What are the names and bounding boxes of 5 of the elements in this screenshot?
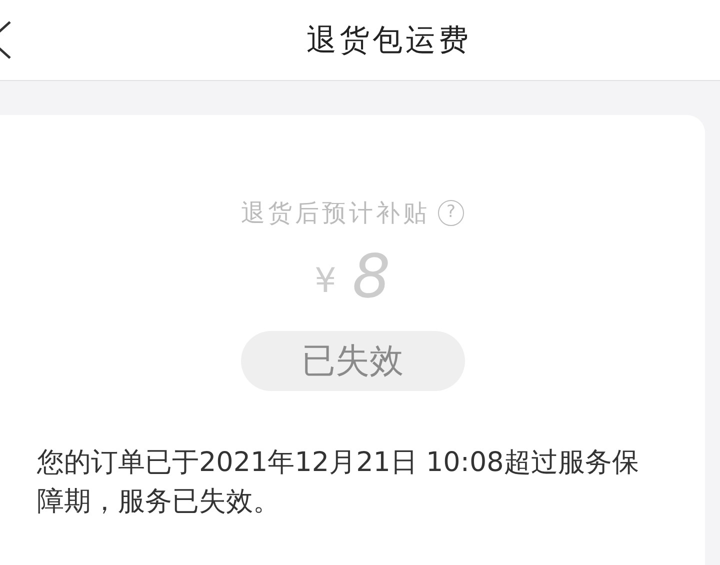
page-title: 退货包运费 xyxy=(306,22,472,60)
subsidy-label: 退货后预计补贴 xyxy=(241,198,430,229)
currency-symbol: ¥ xyxy=(314,260,336,303)
notice-text: 您的订单已于2021年12月21日 10:08超过服务保障期，服务已失效。 xyxy=(36,446,640,520)
help-icon[interactable]: ? xyxy=(438,200,464,226)
